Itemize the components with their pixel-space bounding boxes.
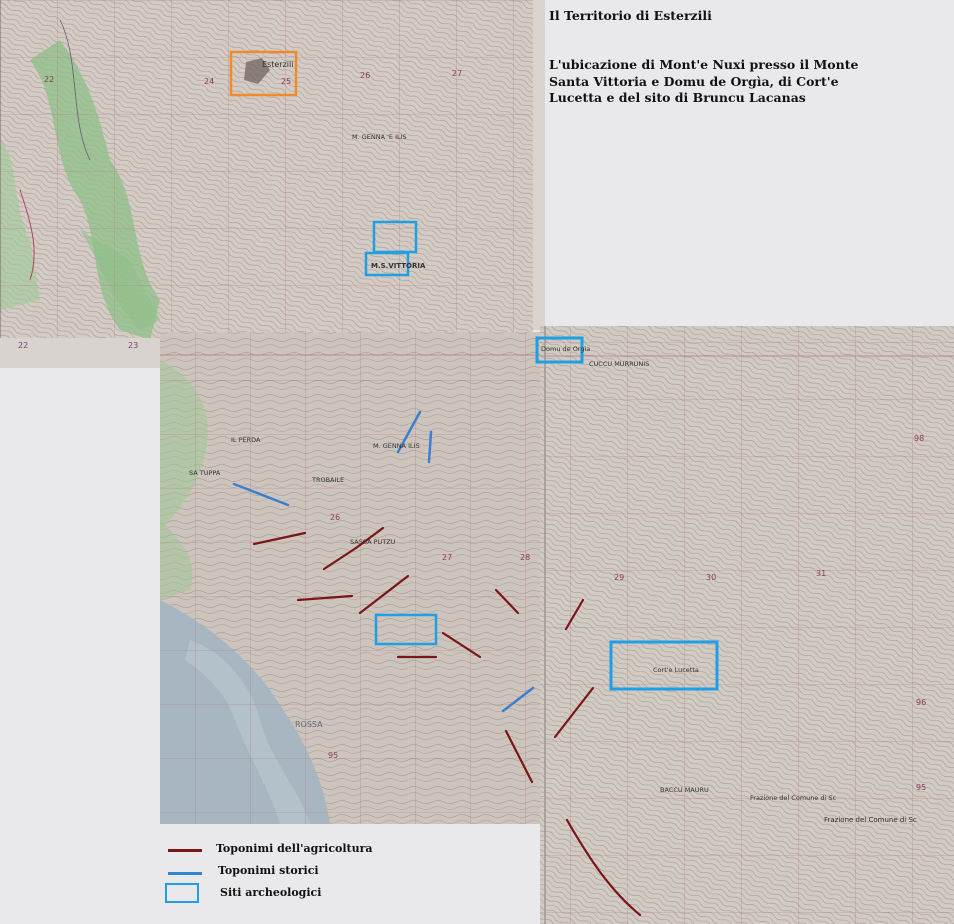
- map-sheet-top-left: 22 23: [0, 0, 533, 368]
- subtitle-line: Lucetta e del sito di Bruncu Lacanas: [549, 90, 806, 105]
- place-label-cort: Cort'e Lucetta: [653, 666, 699, 674]
- subtitle-line: L'ubicazione di Mont'e Nuxi presso il Mo…: [549, 57, 859, 72]
- grid-number: 26: [360, 71, 370, 80]
- grid-number: 26: [330, 513, 340, 522]
- legend-swatch-agri: [168, 849, 202, 852]
- place-label: TROBAILE: [311, 476, 344, 484]
- legend-label: Toponimi storici: [218, 864, 319, 877]
- grid-number: 31: [816, 569, 826, 578]
- grid-number: 25: [281, 77, 291, 86]
- grid-number: 30: [706, 573, 716, 582]
- legend: Toponimi dell'agricoltura Toponimi stori…: [163, 840, 373, 910]
- blank-area-left: [0, 368, 160, 924]
- legend-swatch-site: [165, 883, 199, 903]
- grid-number: 95: [328, 751, 338, 760]
- peak-label: M.S.VITTORIA: [371, 262, 426, 270]
- place-label: CUCCU MURRUNIS: [589, 360, 649, 368]
- svg-text:22: 22: [18, 341, 28, 350]
- place-label: SASSA PUTZU: [350, 538, 396, 546]
- title-panel-bg: [545, 0, 954, 326]
- lake-label: ROSSA: [295, 720, 323, 729]
- place-label: M. GENNA ILIS: [373, 442, 420, 450]
- grid-number: 95: [916, 783, 926, 792]
- map-sheet-lower-right: [540, 326, 954, 924]
- grid-number: 96: [916, 698, 926, 707]
- place-label: BACCU MAURU: [660, 786, 709, 794]
- grid-number: 98: [914, 434, 924, 443]
- place-label: Frazione del Comune di Sc: [824, 816, 917, 824]
- town-label: Esterzili: [262, 60, 293, 69]
- subtitle-line: Santa Vittoria e Domu de Orgìa, di Cort'…: [549, 73, 839, 89]
- place-label: Frazione del Comune di Sc: [750, 794, 837, 802]
- map-title: Il Territorio di Esterzili: [549, 8, 712, 23]
- legend-swatch-historic: [168, 872, 202, 875]
- grid-number: 22: [44, 75, 54, 84]
- legend-label: Siti archeologici: [220, 886, 322, 899]
- map-sheet-lower-left: [160, 332, 540, 824]
- grid-number: 27: [442, 553, 452, 562]
- place-label-domu: Domu de Orgìa: [541, 345, 590, 353]
- place-label: IL PERDA: [231, 436, 261, 444]
- grid-number: 28: [520, 553, 530, 562]
- map-canvas: 22 23 Esterzili M.S.VITTORIA M. GENNA 'E…: [0, 0, 954, 924]
- grid-number: 29: [614, 573, 624, 582]
- sheet-margin-strip: [533, 0, 545, 330]
- peak-label-2: M. GENNA 'E ILIS: [352, 133, 407, 141]
- map-subtitle: L'ubicazione di Mont'e Nuxi presso il Mo…: [549, 57, 858, 107]
- legend-label: Toponimi dell'agricoltura: [216, 842, 373, 855]
- grid-number: 27: [452, 69, 462, 78]
- svg-text:23: 23: [128, 341, 138, 350]
- grid-number: 24: [204, 77, 214, 86]
- place-label: SA TUPPA: [189, 469, 221, 477]
